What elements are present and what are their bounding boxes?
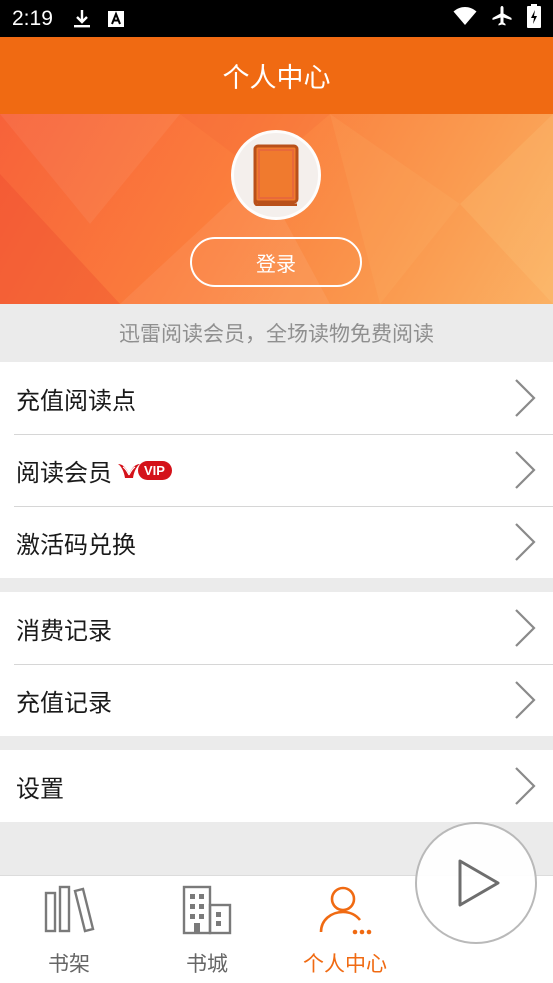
wifi-icon [453,6,477,31]
status-time: 2:19 [12,6,53,30]
menu-item-label: 充值阅读点 [16,386,136,415]
vip-badge: VIP [116,460,172,480]
airplane-icon [491,5,513,32]
chevron-right-icon [515,609,536,647]
menu-item-label: 充值记录 [16,688,112,717]
person-icon [317,882,373,938]
book-icon [253,144,299,206]
tab-label: 书架 [48,952,90,976]
bookshelf-icon [41,882,97,938]
chevron-right-icon [515,379,536,417]
menu-item-settings[interactable]: 设置 [0,750,553,822]
page-title: 个人中心 [222,63,331,94]
menu-group-account: 充值阅读点 阅读会员 VIP 激活码兑换 [0,362,553,578]
menu-item-recharge-records[interactable]: 充值记录 [0,664,553,736]
bookstore-icon [179,882,235,938]
chevron-right-icon [515,767,536,805]
menu-item-label: 设置 [16,774,64,803]
menu-group-settings: 设置 [0,750,553,822]
title-bar: 个人中心 [0,37,553,114]
login-button-label: 登录 [256,251,296,276]
menu-group-records: 消费记录 充值记录 [0,592,553,736]
chevron-right-icon [515,681,536,719]
menu-item-label: 阅读会员 [16,458,112,487]
status-bar: 2:19 [0,0,553,37]
battery-icon [527,4,541,33]
play-icon [458,859,500,907]
avatar[interactable] [231,130,321,220]
tab-bookstore[interactable]: 书城 [138,876,276,983]
tab-label: 书城 [186,952,228,976]
menu-item-label: 消费记录 [16,616,112,645]
login-button[interactable]: 登录 [190,237,362,287]
menu-item-consumption-records[interactable]: 消费记录 [0,592,553,664]
vip-badge-label: VIP [138,460,172,480]
floating-play-button[interactable] [415,822,537,944]
member-promo-text: 迅雷阅读会员，全场读物免费阅读 [0,304,553,362]
chevron-right-icon [515,451,536,489]
tab-bookshelf[interactable]: 书架 [0,876,138,983]
menu-item-label: 激活码兑换 [16,530,136,559]
menu-item-recharge-points[interactable]: 充值阅读点 [0,362,553,434]
chevron-right-icon [515,523,536,561]
download-icon [71,8,93,30]
profile-header: 登录 [0,114,553,304]
tab-label: 个人中心 [303,952,387,976]
menu-item-redeem-code[interactable]: 激活码兑换 [0,506,553,578]
menu-item-reading-member[interactable]: 阅读会员 VIP [0,434,553,506]
tab-personal-center[interactable]: 个人中心 [276,876,414,983]
a-icon [105,8,127,30]
